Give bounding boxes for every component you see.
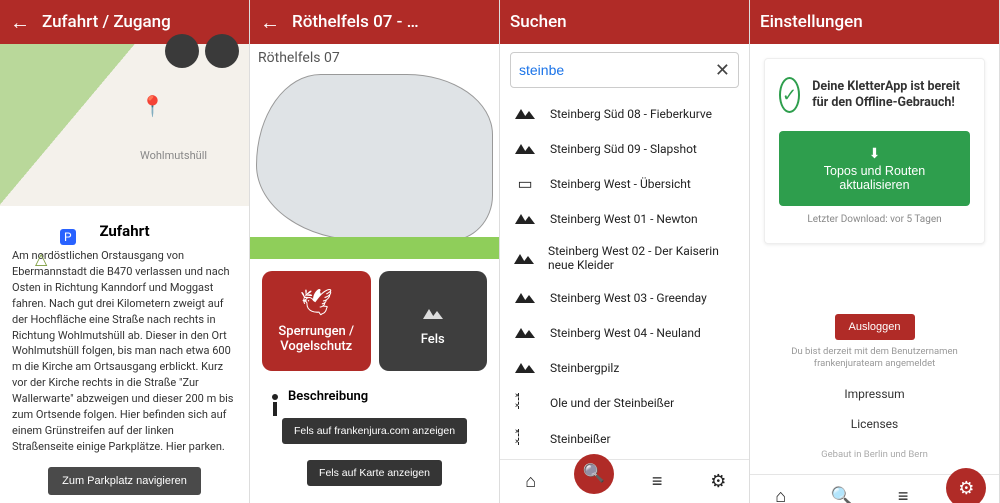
search-result-item[interactable]: Steinberg Süd 08 - Fieberkurve — [500, 96, 749, 131]
card-fels[interactable]: Fels — [379, 271, 488, 371]
download-icon: ⬇ — [869, 145, 881, 162]
mountain-icon — [514, 358, 536, 377]
mountain-icon — [514, 288, 536, 307]
search-result-item[interactable]: Steinberg West 04 - Neuland — [500, 315, 749, 350]
map-fab-1[interactable] — [165, 34, 199, 68]
page-title: Suchen — [510, 12, 567, 32]
open-frankenjura-button[interactable]: Fels auf frankenjura.com anzeigen — [282, 418, 467, 444]
map-overview-icon: ▭ — [514, 174, 536, 193]
access-map[interactable]: 📍 P △ — [0, 44, 249, 206]
nav-filter[interactable]: ⚙ — [946, 468, 986, 503]
mountain-icon — [514, 323, 536, 342]
ground-strip — [250, 237, 499, 259]
topo-image[interactable]: Röthelfels 07 — [250, 44, 499, 259]
search-result-item[interactable]: Steinberg West 02 - Der Kaiserin neue Kl… — [500, 236, 749, 280]
status-text: Deine KletterApp ist bereit für den Offl… — [812, 79, 970, 112]
link-impressum[interactable]: Impressum — [844, 387, 904, 401]
show-on-map-button[interactable]: Fels auf Karte anzeigen — [307, 460, 442, 486]
nav-search[interactable]: 🔍 — [824, 478, 860, 503]
appbar: Einstellungen — [750, 0, 999, 44]
search-result-label: Steinberg Süd 08 - Fieberkurve — [550, 107, 712, 121]
nav-home[interactable]: ⌂ — [763, 478, 799, 503]
section-title: Zufahrt — [0, 222, 249, 240]
mountain-icon — [514, 209, 536, 228]
card-label: Fels — [421, 332, 445, 347]
status-row: ✓ Deine KletterApp ist bereit für den Of… — [779, 77, 970, 113]
search-result-label: Steinberg West - Übersicht — [550, 177, 691, 191]
search-result-label: Steinberg West 03 - Greenday — [550, 291, 707, 305]
topo-label: Röthelfels 07 — [258, 50, 340, 66]
map-fab-row — [165, 44, 239, 68]
nav-home[interactable]: ⌂ — [513, 464, 549, 500]
screen-settings: Einstellungen ✓ Deine KletterApp ist ber… — [750, 0, 1000, 503]
navigate-parking-button[interactable]: Zum Parkplatz navigieren — [48, 467, 201, 495]
appbar: ← Röthelfels 07 - … — [250, 0, 499, 44]
search-box[interactable]: ✕ — [510, 52, 739, 88]
bottom-nav: ⌂ 🔍 ≡ ⚙ — [500, 459, 749, 503]
back-icon[interactable]: ← — [10, 10, 30, 35]
search-result-label: Ole und der Steinbeißer — [550, 396, 674, 410]
nav-filter[interactable]: ⚙ — [700, 464, 736, 500]
card-label: Sperrungen / Vogelschutz — [270, 324, 363, 354]
nav-search[interactable]: 🔍 — [574, 454, 614, 494]
last-download-text: Letzter Download: vor 5 Tagen — [779, 214, 970, 225]
footer-note: Gebaut in Berlin und Bern — [821, 449, 928, 460]
link-licenses[interactable]: Licenses — [851, 417, 898, 431]
bottom-nav: ⌂ 🔍 ≡ ⚙ — [750, 474, 999, 503]
page-title: Zufahrt / Zugang — [42, 12, 171, 32]
info-icon — [272, 394, 278, 400]
access-description: Am nordöstlichen Orstausgang von Eberman… — [0, 248, 249, 455]
search-results: Steinberg Süd 08 - Fieberkurve Steinberg … — [500, 96, 749, 459]
page-title: Einstellungen — [760, 12, 863, 32]
search-result-label: Steinberg West 02 - Der Kaiserin neue Kl… — [548, 244, 735, 272]
map-fab-2[interactable] — [205, 34, 239, 68]
search-result-item[interactable]: Steinberg Süd 09 - Slapshot — [500, 131, 749, 166]
search-result-item[interactable]: Steinberg West 03 - Greenday — [500, 280, 749, 315]
map-pin-icon: 📍 — [140, 94, 165, 118]
appbar: Suchen — [500, 0, 749, 44]
mountain-icon — [423, 296, 443, 326]
camp-icon: △ — [35, 249, 47, 268]
check-circle-icon: ✓ — [779, 77, 800, 113]
update-button-label: Topos und Routen aktualisieren — [787, 164, 962, 192]
search-result-item[interactable]: ▭ Steinberg West - Übersicht — [500, 166, 749, 201]
logged-in-note: Du bist derzeit mit dem Benutzernamen fr… — [764, 346, 985, 371]
bird-icon: 🕊 — [300, 288, 333, 318]
search-result-label: Steinberg West 04 - Neuland — [550, 326, 701, 340]
route-icon — [514, 429, 536, 449]
mountain-icon — [514, 139, 536, 158]
search-result-label: Steinbeißer — [550, 432, 611, 446]
update-button[interactable]: ⬇ Topos und Routen aktualisieren — [779, 131, 970, 206]
route-icon — [514, 393, 536, 413]
screen-search: Suchen ✕ Steinberg Süd 08 - FieberkurveS… — [500, 0, 750, 503]
screen-access: ← Zufahrt / Zugang 📍 P △ Zufahrt Am nord… — [0, 0, 250, 503]
search-result-item[interactable]: Steinbeißer — [500, 421, 749, 457]
nav-list[interactable]: ≡ — [639, 464, 675, 500]
mountain-icon — [514, 249, 534, 268]
search-result-label: Steinberg West 01 - Newton — [550, 212, 698, 226]
clear-icon[interactable]: ✕ — [715, 60, 730, 81]
logout-button[interactable]: Ausloggen — [835, 314, 915, 340]
search-result-item[interactable]: Ole und der Steinbeißer — [500, 385, 749, 421]
offline-status-card: ✓ Deine KletterApp ist bereit für den Of… — [764, 58, 985, 244]
settings-body: ✓ Deine KletterApp ist bereit für den Of… — [750, 44, 999, 474]
parking-icon: P — [60, 229, 76, 245]
nav-list[interactable]: ≡ — [885, 478, 921, 503]
screen-topo: ← Röthelfels 07 - … Röthelfels 07 🕊 Sper… — [250, 0, 500, 503]
page-title: Röthelfels 07 - … — [292, 12, 419, 32]
description-heading-row: Beschreibung — [250, 383, 499, 410]
back-icon[interactable]: ← — [260, 10, 280, 35]
mountain-icon — [514, 104, 536, 123]
card-sperrungen[interactable]: 🕊 Sperrungen / Vogelschutz — [262, 271, 371, 371]
cliff-illustration — [256, 74, 493, 241]
search-result-item[interactable]: Steinbergpilz — [500, 350, 749, 385]
search-result-item[interactable]: Steinberg West 01 - Newton — [500, 201, 749, 236]
card-row: 🕊 Sperrungen / Vogelschutz Fels — [250, 259, 499, 383]
search-input[interactable] — [519, 62, 715, 78]
description-heading: Beschreibung — [288, 389, 368, 404]
search-result-label: Steinberg Süd 09 - Slapshot — [550, 142, 697, 156]
search-result-label: Steinbergpilz — [550, 361, 619, 375]
